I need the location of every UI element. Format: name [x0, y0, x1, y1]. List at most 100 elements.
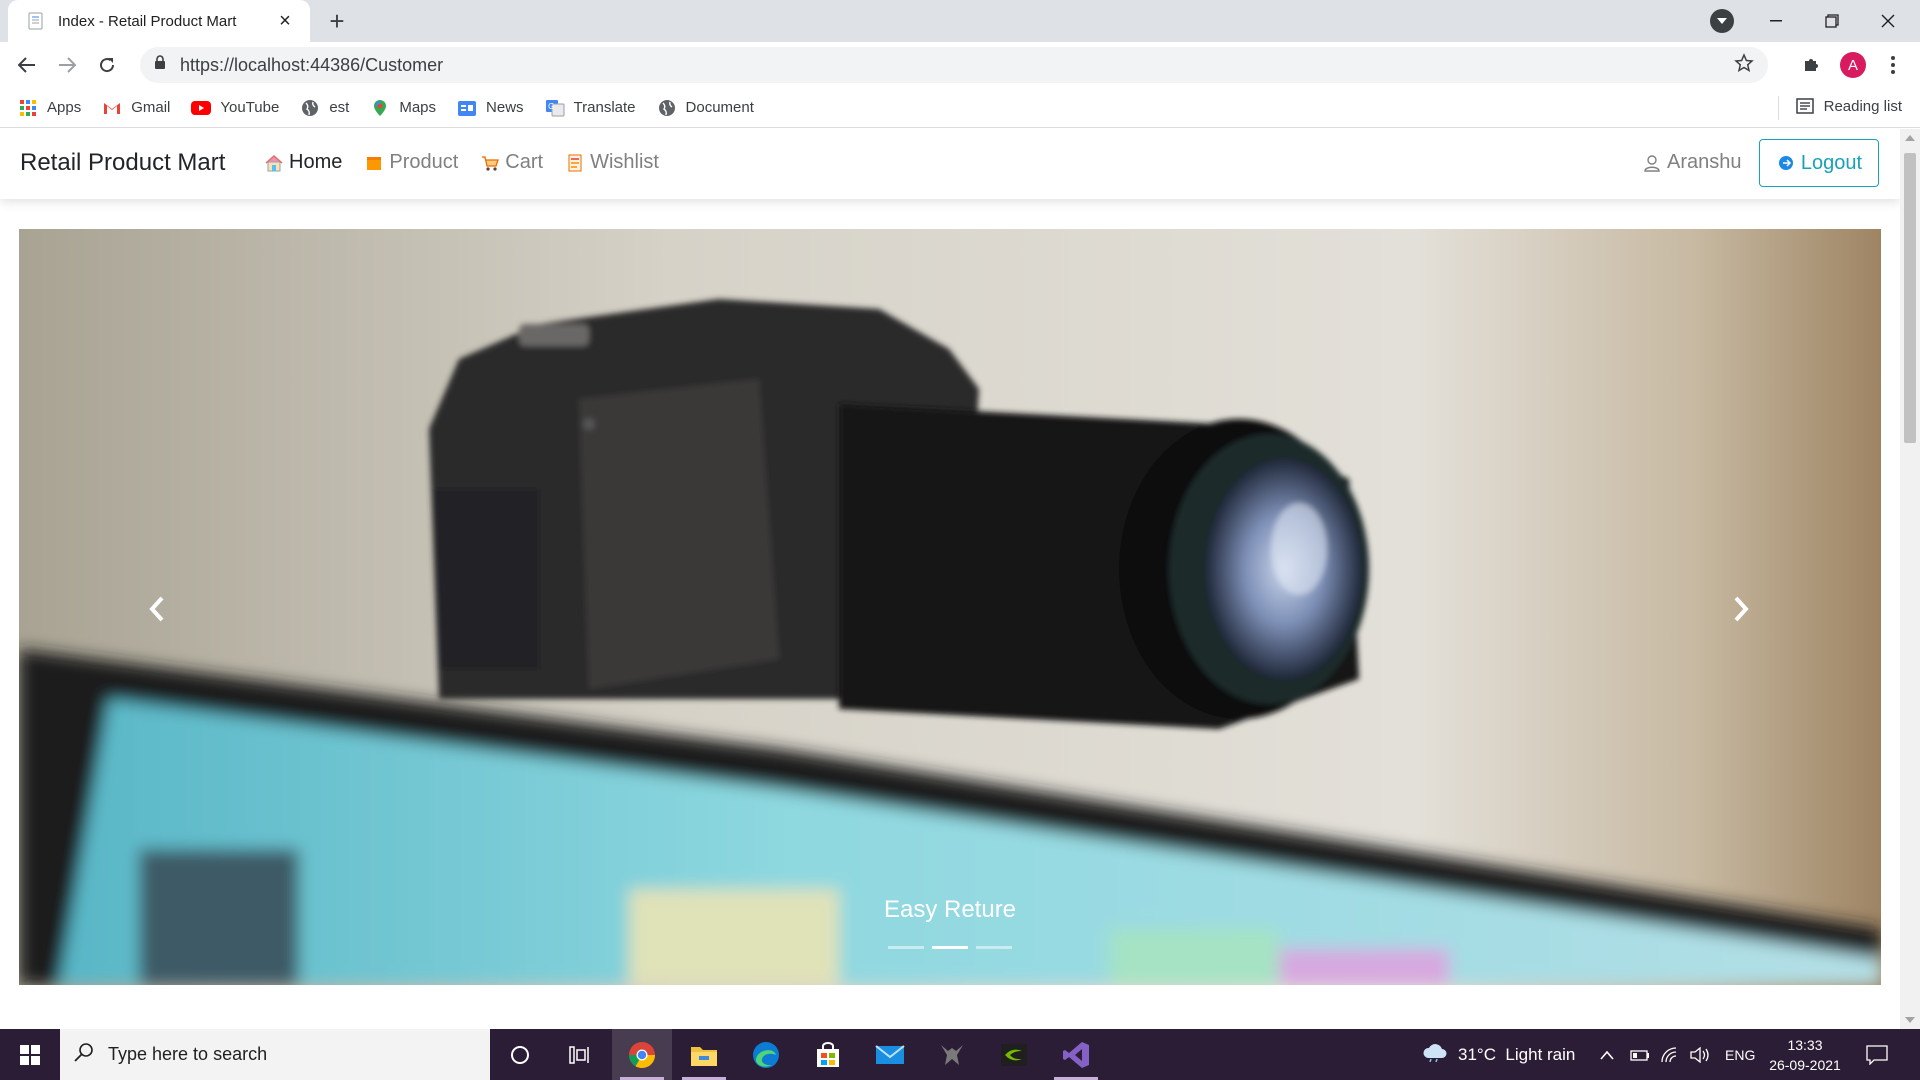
clock-date[interactable]: 26-09-2021 — [1760, 1055, 1850, 1075]
clock-time[interactable]: 13:33 — [1760, 1035, 1850, 1055]
nav-cart-label[interactable]: Cart — [505, 151, 543, 174]
bookmark-label[interactable]: Apps — [47, 99, 81, 116]
new-tab-button[interactable]: + — [322, 6, 352, 36]
carousel-indicator[interactable] — [888, 946, 924, 949]
profile-initial[interactable]: A — [1840, 52, 1866, 78]
cloud-rain-icon — [1422, 1042, 1448, 1067]
notifications-icon[interactable] — [1866, 1029, 1888, 1080]
edge-icon[interactable] — [736, 1029, 796, 1080]
reload-icon[interactable] — [92, 50, 122, 80]
carousel-next-icon[interactable] — [1721, 589, 1761, 629]
battery-icon[interactable] — [1630, 1029, 1650, 1080]
nvidia-icon[interactable] — [984, 1029, 1044, 1080]
profile-avatar[interactable]: A — [1838, 50, 1868, 80]
youtube-icon — [191, 98, 212, 118]
bookmark-translate[interactable]: G Translate — [545, 98, 636, 118]
microsoft-store-icon[interactable] — [798, 1029, 858, 1080]
task-view-icon[interactable] — [550, 1029, 610, 1080]
close-tab-icon[interactable]: × — [274, 10, 296, 32]
user-icon — [1642, 153, 1662, 173]
user-name[interactable]: Aranshu — [1667, 151, 1742, 174]
volume-icon[interactable] — [1690, 1029, 1712, 1080]
wifi-icon[interactable] — [1660, 1029, 1680, 1080]
forward-arrow-icon[interactable] — [52, 50, 82, 80]
logout-label[interactable]: Logout — [1801, 152, 1862, 175]
visual-studio-icon[interactable] — [1046, 1029, 1106, 1080]
globe-icon — [657, 98, 677, 118]
system-clock[interactable]: 13:33 26-09-2021 — [1760, 1035, 1850, 1075]
bookmark-news[interactable]: News — [457, 98, 524, 118]
nav-wishlist-label[interactable]: Wishlist — [590, 151, 659, 174]
chrome-menu-icon[interactable] — [1878, 50, 1908, 80]
logout-button[interactable]: Logout — [1759, 139, 1879, 187]
mail-icon[interactable] — [860, 1029, 920, 1080]
lock-icon[interactable] — [154, 55, 166, 75]
restore-icon[interactable] — [1804, 0, 1860, 42]
bookmark-label[interactable]: News — [486, 99, 524, 116]
cart-icon — [480, 153, 500, 173]
bookmark-label[interactable]: Translate — [574, 99, 636, 116]
address-bar[interactable]: https://localhost:44386/Customer — [140, 47, 1768, 83]
tab-title: Index - Retail Product Mart — [58, 12, 237, 30]
extensions-puzzle-icon[interactable] — [1796, 50, 1826, 80]
bookmark-document[interactable]: Document — [657, 98, 754, 118]
taskbar-search-placeholder[interactable]: Type here to search — [108, 1044, 267, 1065]
scroll-up-icon[interactable] — [1905, 135, 1915, 141]
nav-product-label[interactable]: Product — [389, 151, 458, 174]
carousel-prev-icon[interactable] — [137, 589, 177, 629]
url-text[interactable]: https://localhost:44386/Customer — [180, 55, 443, 76]
maps-icon — [370, 98, 390, 118]
nav-cart[interactable]: Cart — [480, 151, 543, 174]
svg-text:G: G — [548, 102, 554, 111]
bookmark-est[interactable]: est — [300, 98, 349, 118]
show-hidden-icons-chevron-up-icon[interactable] — [1600, 1029, 1614, 1080]
minimize-icon[interactable] — [1748, 0, 1804, 42]
user-menu[interactable]: Aranshu — [1642, 151, 1742, 174]
carousel-indicator[interactable] — [976, 946, 1012, 949]
nav-product[interactable]: Product — [364, 151, 458, 174]
close-window-icon[interactable] — [1860, 0, 1916, 42]
browser-tab[interactable]: Index - Retail Product Mart × — [8, 0, 310, 42]
taskbar-search-box[interactable]: Type here to search — [60, 1029, 490, 1080]
search-icon — [74, 1042, 94, 1067]
tab-search-icon[interactable] — [1710, 9, 1734, 33]
bookmark-label[interactable]: Document — [686, 99, 754, 116]
file-explorer-icon[interactable] — [674, 1029, 734, 1080]
weather-widget[interactable]: 31°C Light rain — [1422, 1029, 1575, 1080]
bookmark-star-icon[interactable] — [1734, 53, 1754, 78]
reading-list-button[interactable]: Reading list — [1795, 96, 1902, 116]
bookmark-gmail[interactable]: Gmail — [102, 98, 170, 118]
windows-taskbar: Type here to search 31°C Light rain ENG … — [0, 1029, 1920, 1080]
reading-list-label[interactable]: Reading list — [1824, 98, 1902, 115]
page-scrollbar[interactable] — [1900, 129, 1920, 1029]
site-brand[interactable]: Retail Product Mart — [20, 149, 225, 177]
bookmark-label[interactable]: Maps — [399, 99, 436, 116]
browser-toolbar: https://localhost:44386/Customer A — [0, 42, 1920, 88]
bookmark-maps[interactable]: Maps — [370, 98, 436, 118]
scroll-down-icon[interactable] — [1905, 1017, 1915, 1023]
cortana-icon[interactable] — [490, 1029, 550, 1080]
bookmark-apps[interactable]: Apps — [18, 98, 81, 118]
bookmark-label[interactable]: est — [329, 99, 349, 116]
nav-wishlist[interactable]: Wishlist — [565, 151, 659, 174]
nav-home-label[interactable]: Home — [289, 151, 342, 174]
predator-sense-icon[interactable] — [922, 1029, 982, 1080]
browser-tab-bar: Index - Retail Product Mart × + — [0, 0, 1920, 42]
chrome-taskbar-icon[interactable] — [612, 1029, 672, 1080]
bookmark-youtube[interactable]: YouTube — [191, 98, 279, 118]
bookmarks-divider — [1778, 96, 1779, 120]
carousel-indicator-active[interactable] — [932, 946, 968, 949]
news-icon — [457, 98, 477, 118]
language-indicator[interactable]: ENG — [1725, 1029, 1755, 1080]
scroll-thumb[interactable] — [1904, 153, 1916, 443]
nav-home[interactable]: Home — [264, 151, 342, 174]
gmail-icon — [102, 98, 122, 118]
carousel-slide-image — [19, 229, 1881, 985]
weather-text[interactable]: 31°C Light rain — [1458, 1045, 1575, 1065]
bookmark-label[interactable]: Gmail — [131, 99, 170, 116]
bookmark-label[interactable]: YouTube — [220, 99, 279, 116]
windows-start-icon[interactable] — [0, 1029, 60, 1080]
back-arrow-icon[interactable] — [12, 50, 42, 80]
bookmarks-bar: Apps Gmail YouTube est Maps News G Trans… — [0, 88, 1920, 128]
site-navbar: Retail Product Mart Home Product Cart Wi… — [0, 129, 1900, 199]
